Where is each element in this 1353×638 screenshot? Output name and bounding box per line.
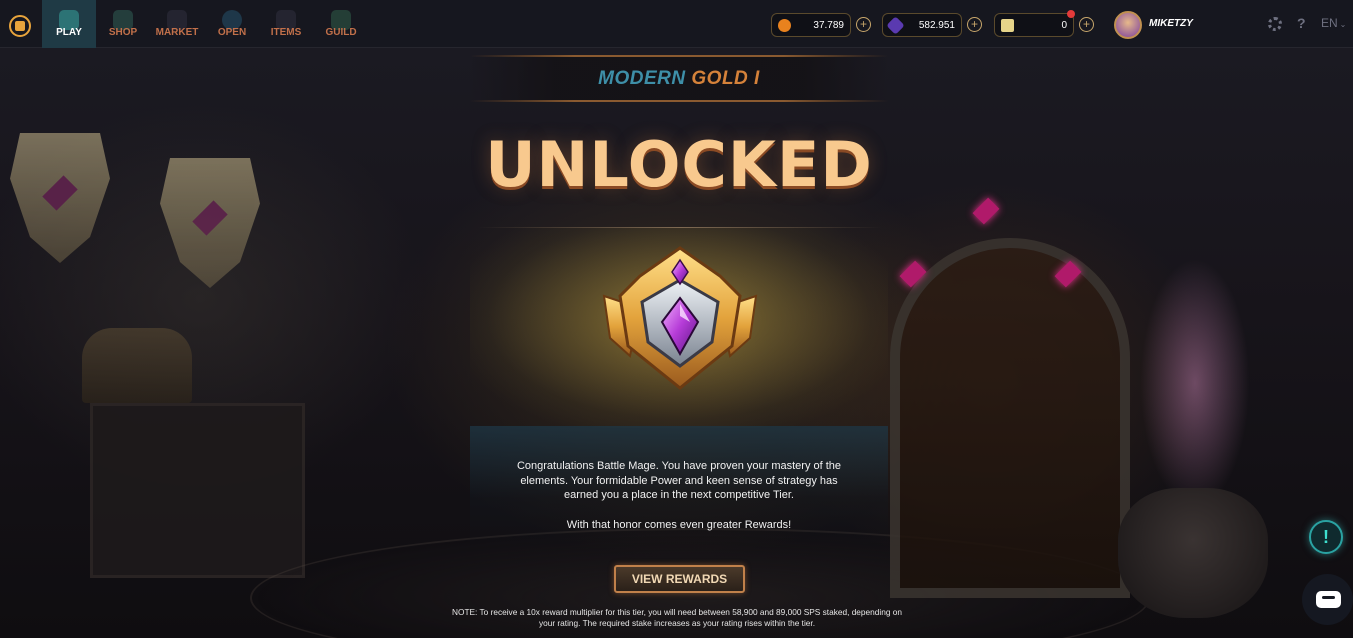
- nav-label: MARKET: [155, 27, 199, 38]
- nav-play[interactable]: PLAY: [42, 0, 96, 48]
- add-dec-button[interactable]: +: [967, 17, 982, 32]
- nav-label: GUILD: [325, 27, 357, 38]
- tier-rank: GOLD I: [691, 68, 760, 89]
- nav-label: ITEMS: [270, 27, 302, 38]
- chat-bubble-icon: [1316, 591, 1341, 608]
- top-navigation-bar: PLAY SHOP MARKET OPEN ITEMS GUILD 37.789…: [0, 0, 1353, 48]
- nav-items[interactable]: ITEMS: [267, 0, 305, 48]
- help-icon[interactable]: ?: [1297, 15, 1306, 31]
- chevron-down-icon: ⌄: [1339, 20, 1347, 29]
- add-vouchers-button[interactable]: +: [1079, 17, 1094, 32]
- voucher-icon: [1001, 19, 1014, 32]
- language-selector[interactable]: EN ⌄: [1321, 16, 1346, 30]
- app-logo-icon[interactable]: [9, 15, 31, 37]
- vouchers-value: 0: [1061, 20, 1067, 31]
- chat-button[interactable]: [1302, 574, 1353, 625]
- nav-label: PLAY: [56, 27, 82, 38]
- nav-label: SHOP: [108, 27, 138, 38]
- gold-league-badge-icon: [602, 246, 758, 390]
- tier-title: MODERN GOLD I: [470, 68, 888, 90]
- nav-market[interactable]: MARKET: [155, 0, 199, 48]
- dec-balance: 582.951: [882, 13, 962, 37]
- dec-value: 582.951: [918, 20, 955, 31]
- wall-shield-icon: [10, 133, 110, 263]
- gear-icon[interactable]: [1268, 17, 1282, 31]
- banner-line: [470, 55, 888, 57]
- tier-league: MODERN: [598, 68, 686, 89]
- nav-open[interactable]: OPEN: [213, 0, 251, 48]
- credits-balance: 37.789: [771, 13, 851, 37]
- cauldron-icon: [1118, 488, 1268, 618]
- credits-value: 37.789: [813, 20, 844, 31]
- username[interactable]: MIKETZY: [1149, 18, 1193, 29]
- cabinet-decor: [90, 403, 305, 578]
- add-credits-button[interactable]: +: [856, 17, 871, 32]
- honor-message: With that honor comes even greater Rewar…: [566, 519, 792, 531]
- credits-coin-icon: [778, 19, 791, 32]
- nav-shop[interactable]: SHOP: [104, 0, 142, 48]
- vouchers-balance: 0: [994, 13, 1074, 37]
- notification-dot: [1067, 10, 1075, 18]
- nav-label: OPEN: [217, 27, 247, 38]
- gem-icon: [972, 197, 1000, 225]
- smoke-decor: [1140, 258, 1250, 508]
- arched-door-decor: [890, 238, 1130, 598]
- unlocked-heading: UNLOCKED: [485, 128, 873, 201]
- avatar[interactable]: [1114, 11, 1142, 39]
- alert-button[interactable]: !: [1309, 520, 1343, 554]
- view-rewards-button[interactable]: VIEW REWARDS: [614, 565, 745, 593]
- stake-note: NOTE: To receive a 10x reward multiplier…: [452, 607, 902, 628]
- congrats-message: Congratulations Battle Mage. You have pr…: [516, 460, 842, 501]
- dec-gem-icon: [886, 16, 905, 35]
- treasure-chest-icon: [82, 328, 192, 403]
- nav-guild[interactable]: GUILD: [322, 0, 360, 48]
- tier-banner: MODERN GOLD I: [470, 55, 888, 102]
- wall-shield-icon: [160, 158, 260, 288]
- language-label: EN: [1321, 16, 1338, 30]
- banner-line: [470, 100, 888, 102]
